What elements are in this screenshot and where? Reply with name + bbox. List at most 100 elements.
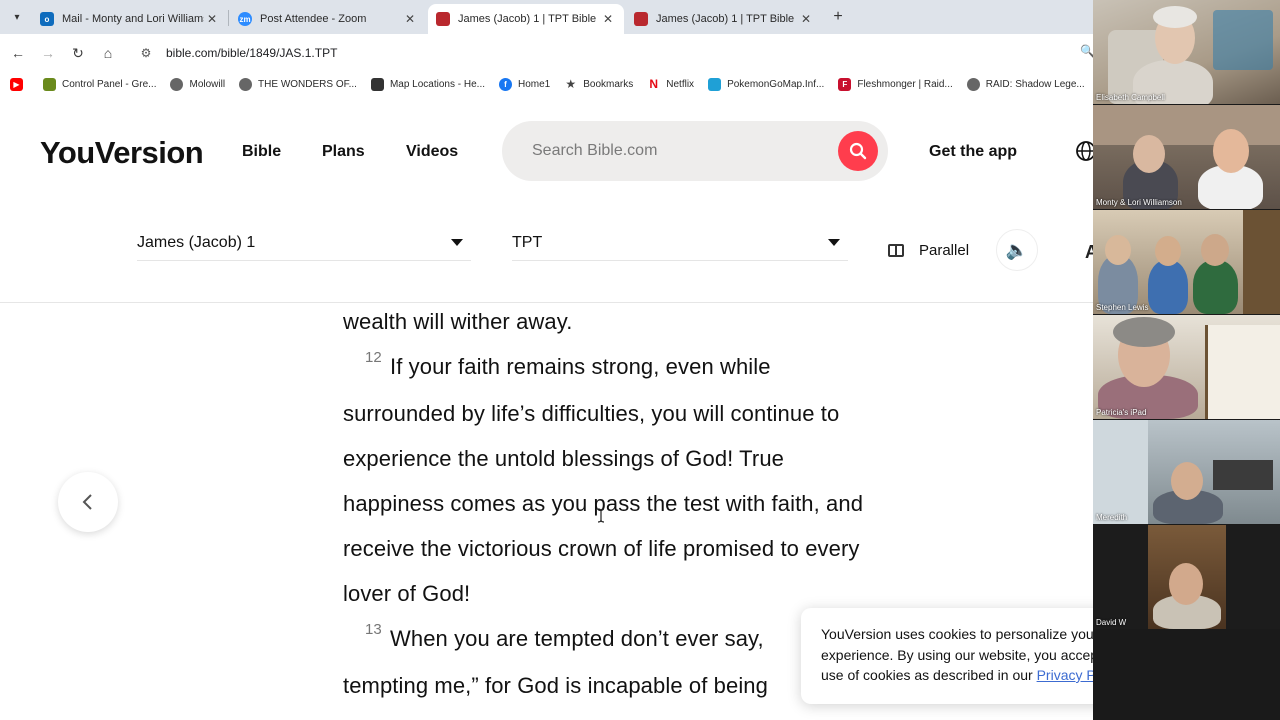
browser-toolbar: ← → ↻ ⌂ ⚙ bible.com/bible/1849/JAS.1.TPT [0, 34, 1100, 71]
close-icon[interactable]: ✕ [600, 12, 616, 26]
bookshelf-background [1205, 325, 1280, 419]
participant-head [1169, 563, 1203, 605]
scripture-line: experience the untold blessings of God! … [343, 446, 785, 471]
site-header: YouVersion Bible Plans Videos Get the ap… [0, 97, 1096, 205]
reload-icon[interactable]: ↻ [68, 43, 88, 63]
bookmarks-bar: ▶ Control Panel - Gre... Molowill THE WO… [0, 71, 1093, 97]
scripture-line: When you are tempted don’t ever say, [390, 626, 764, 651]
participant-tile[interactable]: Stephen Lewis [1093, 210, 1280, 314]
youversion-logo[interactable]: YouVersion [40, 135, 204, 171]
raid-icon: F [838, 77, 852, 91]
url-text: bible.com/bible/1849/JAS.1.TPT [166, 46, 338, 60]
tab-bible-2[interactable]: James (Jacob) 1 | TPT Bible | You ✕ [626, 4, 822, 34]
tab-title: James (Jacob) 1 | TPT Bible | You [656, 13, 798, 25]
bookmark-wonders[interactable]: THE WONDERS OF... [239, 77, 357, 91]
tab-search-icon[interactable]: ▾ [6, 6, 28, 28]
participant-head [1155, 236, 1181, 266]
audio-button[interactable]: 🔈 [996, 229, 1038, 271]
bookmark-label: Molowill [189, 78, 226, 90]
bookmark-label: THE WONDERS OF... [258, 78, 357, 90]
reader-toolbar: James (Jacob) 1 TPT Parallel 🔈 A [0, 205, 1098, 303]
version-label: TPT [512, 233, 543, 251]
participant-body [1148, 260, 1188, 314]
parallel-button[interactable]: Parallel [888, 242, 969, 259]
tab-title: James (Jacob) 1 | TPT Bible | You [458, 13, 600, 25]
get-the-app-link[interactable]: Get the app [929, 143, 1017, 161]
control-panel-icon [43, 77, 56, 91]
scripture-line: wealth will wither away. [343, 309, 573, 334]
bookmark-label: Netflix [666, 78, 695, 90]
participant-hair [1113, 317, 1175, 347]
tab-mail[interactable]: o Mail - Monty and Lori Williamson ✕ [32, 4, 228, 34]
participant-name: David W [1096, 618, 1127, 627]
bookmark-control-panel[interactable]: Control Panel - Gre... [43, 77, 156, 91]
nav-plans[interactable]: Plans [322, 143, 365, 161]
bookmark-bookmarks[interactable]: ★ Bookmarks [564, 77, 633, 91]
forward-arrow-icon[interactable]: → [38, 43, 58, 63]
globe-icon [239, 77, 253, 91]
desk-background [1213, 460, 1273, 490]
search-icon [849, 142, 867, 160]
nav-bible[interactable]: Bible [242, 143, 281, 161]
zoom-icon: zm [238, 12, 252, 26]
tab-divider [228, 10, 229, 26]
participant-tile[interactable]: Patricia's iPad [1093, 315, 1280, 419]
search-button[interactable] [838, 131, 878, 171]
bookmark-youtube[interactable]: ▶ [10, 77, 29, 91]
participant-hair [1153, 6, 1197, 28]
home-icon[interactable]: ⌂ [98, 43, 118, 63]
scripture-line: lover of God! [343, 581, 471, 606]
bookmark-fleshmonger[interactable]: F Fleshmonger | Raid... [838, 77, 953, 91]
scripture-line: surrounded by life’s difficulties, you w… [343, 401, 840, 426]
close-icon[interactable]: ✕ [204, 12, 220, 26]
globe-icon [966, 77, 980, 91]
bookmark-home1[interactable]: f Home1 [499, 77, 551, 91]
chapter-selector[interactable]: James (Jacob) 1 [137, 225, 471, 261]
cube-icon [708, 77, 722, 91]
globe-icon [170, 77, 184, 91]
parallel-label: Parallel [919, 242, 970, 259]
back-arrow-icon[interactable]: ← [8, 43, 28, 63]
parallel-book-icon [888, 244, 904, 257]
youtube-icon: ▶ [10, 77, 23, 91]
map-icon [370, 77, 384, 91]
participant-name: Elisabeth Campbell [1096, 93, 1165, 102]
bookmark-label: RAID: Shadow Lege... [985, 78, 1085, 90]
search-input[interactable] [532, 142, 832, 160]
participant-head [1105, 235, 1131, 265]
address-bar[interactable]: ⚙ bible.com/bible/1849/JAS.1.TPT [130, 38, 1100, 68]
participant-tile[interactable]: David W [1093, 525, 1280, 629]
bible-icon [634, 12, 648, 26]
bookmark-label: PokemonGoMap.Inf... [727, 78, 825, 90]
scripture-line: If your faith remains strong, even while [390, 354, 771, 379]
site-settings-icon[interactable]: ⚙ [136, 46, 156, 60]
verse-number: 13 [365, 621, 382, 638]
previous-chapter-button[interactable] [58, 472, 118, 532]
bookmark-molowill[interactable]: Molowill [170, 77, 226, 91]
tab-title: Post Attendee - Zoom [260, 13, 367, 25]
tab-zoom[interactable]: zm Post Attendee - Zoom ✕ [230, 4, 426, 34]
new-tab-plus-icon[interactable]: + [829, 8, 847, 26]
participant-tile[interactable]: Elisabeth Campbell [1093, 0, 1280, 104]
close-icon[interactable]: ✕ [402, 12, 418, 26]
participant-head [1213, 129, 1249, 173]
tab-bible-active[interactable]: James (Jacob) 1 | TPT Bible | You ✕ [428, 4, 624, 34]
bookmark-pokemongomap[interactable]: PokemonGoMap.Inf... [708, 77, 825, 91]
participant-tile[interactable]: Meredith [1093, 420, 1280, 524]
star-icon: ★ [565, 77, 577, 91]
nav-videos[interactable]: Videos [406, 143, 458, 161]
verse-number: 12 [365, 349, 382, 366]
participant-tile[interactable]: Monty & Lori Williamson [1093, 105, 1280, 209]
scripture-line: receive the victorious crown of life pro… [343, 536, 860, 561]
scripture-line: tempting me,” for God is incapable of be… [343, 673, 768, 698]
close-icon[interactable]: ✕ [798, 12, 814, 26]
netflix-icon: N [649, 77, 659, 91]
version-selector[interactable]: TPT [512, 225, 848, 261]
bookmark-label: Home1 [518, 78, 551, 90]
bookmark-raid-shadow[interactable]: RAID: Shadow Lege... [966, 77, 1085, 91]
bookmark-netflix[interactable]: N Netflix [647, 77, 695, 91]
participant-head [1133, 135, 1165, 173]
bookmark-map-locations[interactable]: Map Locations - He... [370, 77, 485, 91]
participant-name: Meredith [1096, 513, 1128, 522]
participant-name: Patricia's iPad [1096, 408, 1147, 417]
